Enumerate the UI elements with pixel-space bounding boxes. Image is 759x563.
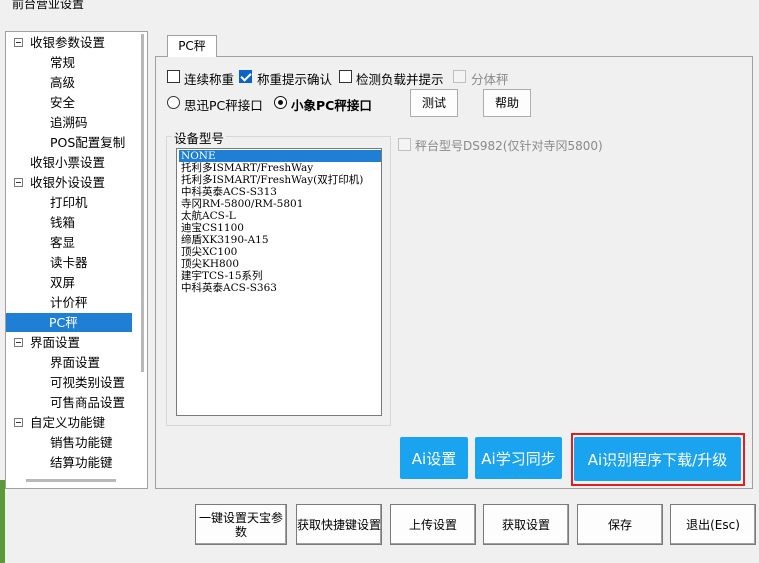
tree-item-label: 界面设置 (30, 335, 81, 350)
collapse-toggle-icon[interactable] (14, 418, 23, 427)
tree-item[interactable]: 高级 (6, 73, 132, 92)
device-model-item[interactable]: 迪宝CS1100 (179, 222, 381, 234)
sixun-interface-label: 思迅PC秤接口 (184, 98, 263, 113)
load-detect-label: 检测负载并提示 (356, 72, 444, 87)
reweigh-prompt-checkbox[interactable] (239, 70, 252, 83)
tree-item[interactable]: 钱箱 (6, 213, 132, 232)
sixun-interface-radio[interactable] (167, 96, 180, 109)
tree-item-label: 客显 (50, 235, 76, 250)
tree-horizontal-scrollbar[interactable] (26, 479, 116, 482)
save-button[interactable]: 保存 (577, 504, 663, 545)
split-scale-checkbox[interactable] (453, 70, 466, 83)
tree-item[interactable]: PC秤 (6, 313, 132, 332)
tree-item[interactable]: 自定义功能键 (6, 413, 132, 432)
tree-item-label: 收银小票设置 (30, 155, 106, 170)
background-edge (0, 480, 5, 563)
collapse-toggle-icon[interactable] (14, 38, 23, 47)
tree-item-label: 钱箱 (50, 215, 76, 230)
tree-item[interactable]: 常规 (6, 53, 132, 72)
tree-item[interactable]: 界面设置 (6, 333, 132, 352)
tree-item-label: 界面设置 (50, 355, 101, 370)
tree-item-label: 自定义功能键 (30, 415, 106, 430)
tree-item-label: 收银外设设置 (30, 175, 106, 190)
title-bar (0, 0, 759, 14)
device-model-item[interactable]: 顶尖XC100 (179, 246, 381, 258)
tree-item[interactable]: 双屏 (6, 273, 132, 292)
device-model-group-label: 设备型号 (172, 128, 227, 147)
tree-item-label: PC秤 (49, 315, 78, 330)
tree-item-label: 计价秤 (50, 295, 88, 310)
tree-item-label: 双屏 (50, 275, 76, 290)
highlight-frame (571, 433, 745, 486)
split-scale-label: 分体秤 (471, 72, 509, 87)
settings-tree[interactable]: 收银参数设置常规高级安全追溯码 POS配置复制收银小票设置 收银外设设置 打印机钱箱客… (5, 31, 148, 489)
platform-scale-checkbox[interactable] (398, 138, 411, 151)
device-model-item[interactable]: 建宇TCS-15系列 (179, 270, 381, 282)
collapse-toggle-icon[interactable] (14, 178, 23, 187)
tree-item[interactable]: 收银小票设置 (6, 153, 132, 172)
device-model-item[interactable]: NONE (179, 150, 381, 162)
tree-item[interactable]: POS配置复制 (6, 133, 132, 152)
one-key-setup-button[interactable]: 一键设置天宝参数 (195, 504, 287, 545)
device-model-item[interactable]: 寺冈RM-5800/RM-5801 (179, 198, 381, 210)
tree-item[interactable]: 读卡器 (6, 253, 132, 272)
ai-sync-button[interactable]: Ai学习同步 (475, 437, 562, 479)
tree-item-label: 打印机 (50, 195, 88, 210)
tree-item-label: 销售功能键 (50, 435, 113, 450)
tree-item[interactable]: 客显 (6, 233, 132, 252)
platform-scale-label: 秤台型号DS982(仅针对寺冈5800) (415, 139, 603, 153)
tree-item-label: 常规 (50, 55, 76, 70)
tree-item[interactable]: 界面设置 (6, 353, 132, 372)
tree-item-label: 可售商品设置 (50, 395, 126, 410)
tree-item-label: 可视类别设置 (50, 375, 126, 390)
help-button[interactable]: 帮助 (483, 89, 531, 117)
device-model-item[interactable]: 缔盾XK3190-A15 (179, 234, 381, 246)
device-model-item[interactable]: 顶尖KH800 (179, 258, 381, 270)
ai-settings-button[interactable]: Ai设置 (400, 437, 468, 479)
tree-item[interactable]: 结算功能键 (6, 453, 132, 472)
tree-item-label: 结算功能键 (50, 455, 113, 470)
window-title: 前台营业设置 (12, 0, 85, 11)
tree-item[interactable]: 销售功能键 (6, 433, 132, 452)
tree-vertical-scrollbar[interactable] (141, 34, 144, 372)
tree-item[interactable]: 安全 (6, 93, 132, 112)
collapse-toggle-icon[interactable] (14, 338, 23, 347)
tree-item[interactable]: 可售商品设置 (6, 393, 132, 412)
continuous-weigh-checkbox[interactable] (167, 70, 180, 83)
device-model-item[interactable]: 托利多ISMART/FreshWay(双打印机) (179, 174, 381, 186)
continuous-weigh-label: 连续称重 (184, 72, 235, 87)
xiaoxiang-interface-label: 小象PC秤接口 (291, 98, 372, 113)
xiaoxiang-interface-radio[interactable] (274, 96, 287, 109)
tree-item-label: 读卡器 (50, 255, 88, 270)
tree-item-label: 追溯码 (50, 115, 88, 130)
tree-item[interactable]: 收银外设设置 (6, 173, 132, 192)
device-model-item[interactable]: 托利多ISMART/FreshWay (179, 162, 381, 174)
reweigh-prompt-label: 称重提示确认 (257, 72, 333, 87)
get-hotkeys-button[interactable]: 获取快捷键设置 (296, 504, 382, 545)
device-model-item[interactable]: 太航ACS-L (179, 210, 381, 222)
upload-settings-button[interactable]: 上传设置 (390, 504, 476, 545)
tree-item-label: 安全 (50, 95, 76, 110)
tree-item-label: 高级 (50, 75, 76, 90)
device-model-item[interactable]: 中科英泰ACS-S363 (179, 282, 381, 294)
tree-item[interactable]: 计价秤 (6, 293, 132, 312)
tree-item-label: 收银参数设置 (30, 35, 106, 50)
tree-item-label: POS配置复制 (50, 135, 126, 150)
fetch-settings-button[interactable]: 获取设置 (483, 504, 569, 545)
device-model-list[interactable]: NONE 托利多ISMART/FreshWay 托利多ISMART/FreshWay… (176, 148, 382, 416)
load-detect-checkbox[interactable] (339, 70, 352, 83)
tree-item[interactable]: 追溯码 (6, 113, 132, 132)
tree-item[interactable]: 收银参数设置 (6, 33, 132, 52)
tree-item[interactable]: 打印机 (6, 193, 132, 212)
tree-item[interactable]: 可视类别设置 (6, 373, 132, 392)
tab-pc-scale[interactable]: PC秤 (167, 35, 217, 57)
test-button[interactable]: 测试 (410, 89, 458, 117)
device-model-item[interactable]: 中科英泰ACS-S313 (179, 186, 381, 198)
exit-button[interactable]: 退出(Esc) (670, 504, 756, 545)
